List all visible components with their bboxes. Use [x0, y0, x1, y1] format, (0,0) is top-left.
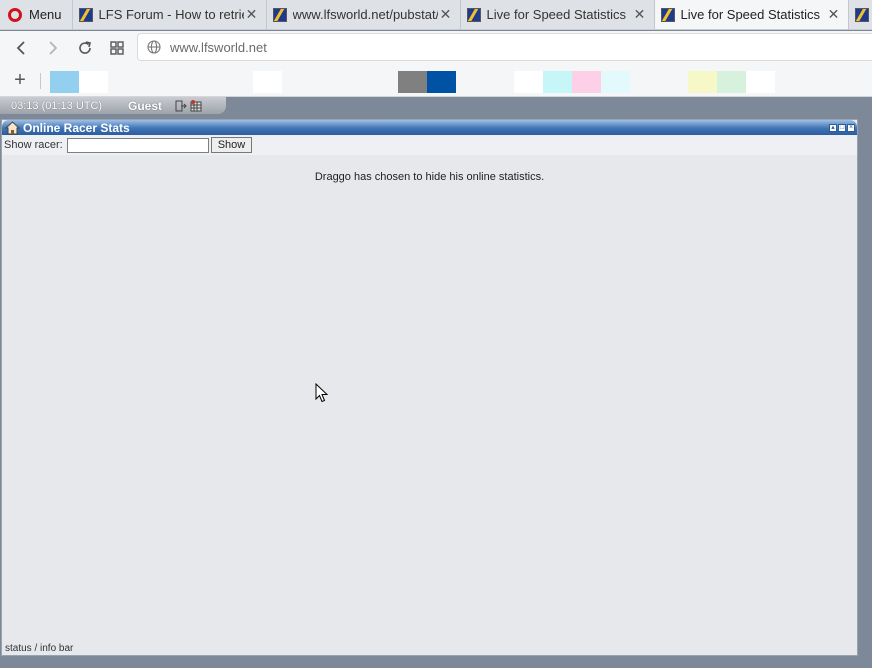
tab-lfs-statistics[interactable]: Live for Speed Statistics ✕: [459, 0, 654, 29]
register-grid-icon[interactable]: [190, 99, 202, 112]
bookmark-swatch[interactable]: [717, 71, 746, 93]
address-bar: www.lfsworld.net: [0, 31, 872, 65]
forward-arrow-icon: [49, 41, 58, 55]
back-arrow-icon: [16, 41, 25, 55]
opera-logo-icon: [8, 7, 22, 22]
tab-close-icon[interactable]: ✕: [438, 6, 454, 23]
bookmark-swatch[interactable]: [253, 71, 282, 93]
page-gutter: [858, 119, 872, 656]
speed-dial-button[interactable]: [101, 32, 133, 64]
show-button[interactable]: Show: [210, 137, 253, 153]
reload-button[interactable]: [69, 32, 101, 64]
opera-menu-button[interactable]: Menu: [0, 0, 72, 29]
tab-title: Live for Speed Statistics: [486, 7, 626, 22]
menu-label: Menu: [29, 7, 62, 22]
lfs-favicon-icon: [466, 7, 481, 22]
lfs-favicon-icon: [660, 7, 675, 22]
racer-name-input[interactable]: [66, 137, 209, 153]
page-content: 03:13 (01:13 UTC) Guest Online Racer Sta…: [0, 97, 872, 668]
server-time: 03:13 (01:13 UTC): [11, 99, 103, 112]
add-bookmark-icon[interactable]: +: [10, 70, 30, 91]
home-icon[interactable]: [5, 120, 20, 135]
panel-title-bar: Online Racer Stats ▴ □ ×: [2, 120, 857, 135]
back-button[interactable]: [5, 32, 37, 64]
reload-icon: [79, 41, 91, 54]
online-racer-stats-panel: Online Racer Stats ▴ □ × Show racer: Sho…: [1, 119, 858, 656]
tab-partial[interactable]: [847, 0, 872, 29]
bookmark-swatch[interactable]: [398, 71, 427, 93]
tab-lfs-statistics-active[interactable]: Live for Speed Statistics ✕: [653, 0, 848, 29]
tab-close-icon[interactable]: ✕: [826, 6, 842, 23]
grid-icon: [110, 41, 124, 55]
user-name: Guest: [128, 98, 163, 113]
tab-lfs-forum[interactable]: LFS Forum - How to retrie ✕: [71, 0, 266, 29]
minimize-icon[interactable]: ▴: [829, 123, 837, 132]
bookmark-swatch[interactable]: [514, 71, 543, 93]
hidden-stats-message: Draggo has chosen to hide his online sta…: [314, 171, 545, 183]
mouse-cursor-icon: [315, 383, 329, 403]
tab-close-icon[interactable]: ✕: [632, 6, 648, 23]
tab-close-icon[interactable]: ✕: [244, 6, 260, 23]
bookmark-swatch[interactable]: [601, 71, 630, 93]
url-text: www.lfsworld.net: [170, 39, 267, 55]
close-icon[interactable]: ×: [847, 123, 855, 132]
bookmarks-separator: [40, 73, 41, 89]
tab-title: LFS Forum - How to retrie: [98, 7, 244, 22]
tab-title: Live for Speed Statistics: [680, 7, 820, 22]
url-field[interactable]: www.lfsworld.net: [137, 33, 872, 61]
lfs-favicon-icon: [854, 7, 869, 22]
site-status-strip: 03:13 (01:13 UTC) Guest: [0, 97, 226, 114]
login-icon[interactable]: [175, 100, 187, 112]
bookmark-swatch[interactable]: [50, 71, 79, 93]
lfs-favicon-icon: [78, 7, 93, 22]
lfs-favicon-icon: [272, 7, 287, 22]
tab-bar: Menu LFS Forum - How to retrie ✕ www.lfs…: [0, 0, 872, 30]
tab-title: www.lfsworld.net/pubstat/: [292, 7, 438, 22]
status-info-bar: status / info bar: [5, 643, 74, 654]
bookmarks-bar: +: [0, 65, 872, 97]
bookmark-swatch[interactable]: [746, 71, 775, 93]
bookmark-swatch[interactable]: [572, 71, 601, 93]
bookmark-swatch[interactable]: [688, 71, 717, 93]
bookmark-swatch[interactable]: [427, 71, 456, 93]
search-label: Show racer:: [4, 139, 63, 151]
panel-window-controls: ▴ □ ×: [828, 123, 855, 132]
maximize-icon[interactable]: □: [838, 123, 846, 132]
tab-pubstat[interactable]: www.lfsworld.net/pubstat/ ✕: [265, 0, 460, 29]
globe-icon: [138, 40, 170, 54]
racer-search-row: Show racer: Show: [2, 135, 857, 155]
bookmark-swatch[interactable]: [543, 71, 572, 93]
forward-button[interactable]: [37, 32, 69, 64]
bookmark-swatch[interactable]: [79, 71, 108, 93]
panel-title: Online Racer Stats: [23, 120, 130, 135]
